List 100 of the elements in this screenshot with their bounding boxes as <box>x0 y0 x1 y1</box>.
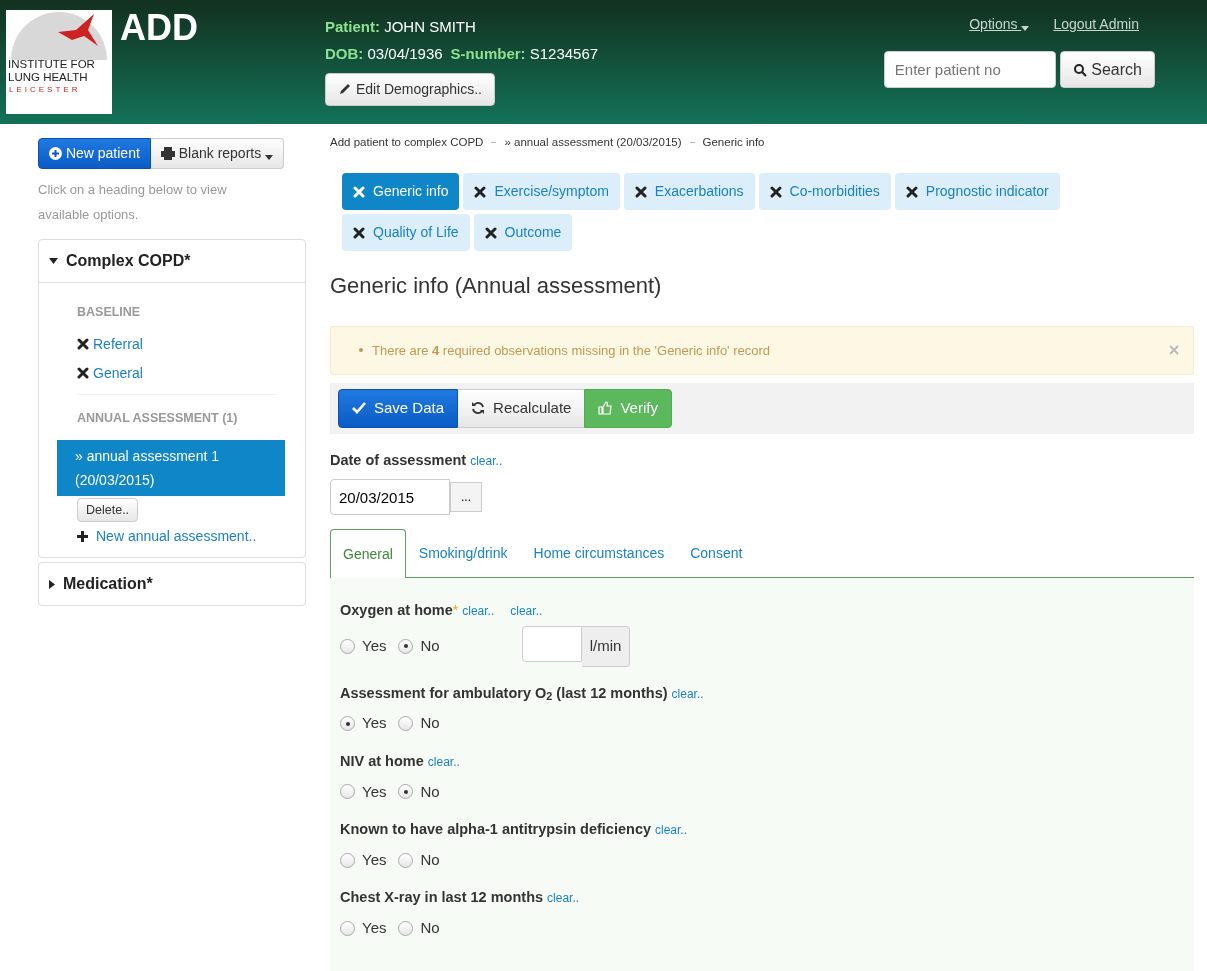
cross-icon <box>634 185 647 198</box>
sidebar-item[interactable]: » annual assessment 1 (20/03/2015) <box>57 439 285 496</box>
date-picker-button[interactable]: ... <box>450 482 482 513</box>
question-label: Oxygen at home <box>340 602 453 619</box>
date-field[interactable]: 20/03/2015 <box>330 479 450 516</box>
refresh-icon <box>471 401 486 416</box>
unit-label: l/min <box>581 626 631 667</box>
logo-text: LUNG HEALTH <box>7 71 89 84</box>
option-label: No <box>420 781 440 802</box>
section-tab[interactable]: General <box>330 529 406 579</box>
field-label: Date of assessment <box>330 451 467 468</box>
option-label: Yes <box>362 918 387 939</box>
form-tab[interactable]: Outcome <box>473 214 573 252</box>
app-title: ADD <box>120 10 199 50</box>
clear-link[interactable]: clear.. <box>427 754 460 769</box>
panel-heading[interactable]: Medication* <box>39 563 305 606</box>
panel-heading[interactable]: Complex COPD* <box>39 240 305 282</box>
help-text: Click on a heading below to view available options. <box>38 181 228 224</box>
caret-right-icon <box>49 579 55 589</box>
cross-icon <box>353 226 365 239</box>
radio-button[interactable] <box>398 852 414 868</box>
option-label: Yes <box>362 713 387 734</box>
question-label: Chest X-ray in last 12 months <box>340 889 544 906</box>
cross-icon <box>77 367 89 380</box>
option-label: Yes <box>362 781 387 802</box>
recalc-button[interactable]: Recalculate <box>458 389 585 428</box>
section-heading: ANNUAL ASSESSMENT (1) <box>77 409 239 427</box>
plus-circle-icon <box>49 147 62 160</box>
section-tab[interactable]: Home circumstances <box>520 529 678 578</box>
field-value: JOHN SMITH <box>384 18 476 35</box>
pencil-icon <box>338 82 352 96</box>
form-tab[interactable]: Exercise/symptom <box>463 173 620 211</box>
breadcrumb-current[interactable]: Generic info <box>702 136 765 148</box>
option-label: Yes <box>362 849 387 870</box>
cross-icon <box>769 185 782 198</box>
page-heading: Generic info (Annual assessment) <box>330 273 663 300</box>
form-tab[interactable]: Co-morbidities <box>758 173 891 211</box>
radio-button[interactable] <box>398 784 414 800</box>
logout-link[interactable]: Logout Admin <box>1053 14 1139 35</box>
radio-button[interactable] <box>398 716 414 732</box>
form-tab[interactable]: Quality of Life <box>342 214 470 252</box>
verify-button[interactable]: Verify <box>584 389 672 428</box>
radio-button[interactable] <box>398 638 414 654</box>
sidebar-link[interactable]: Referral <box>93 333 143 355</box>
clear-link[interactable]: clear.. <box>547 891 580 906</box>
clear-link[interactable]: clear.. <box>510 604 543 619</box>
field-value: S1234567 <box>529 44 599 62</box>
form-tab[interactable]: Prognostic indicator <box>894 173 1060 211</box>
section-tab[interactable]: Consent <box>677 529 756 578</box>
radio-button[interactable] <box>340 784 355 800</box>
radio-button[interactable] <box>340 716 355 732</box>
field-label: S-number: <box>450 44 526 62</box>
form-tab[interactable]: Exacerbations <box>623 173 755 211</box>
thumbs-up-icon <box>598 401 613 416</box>
radio-button[interactable] <box>340 920 355 936</box>
caret-icon <box>265 155 274 160</box>
cross-icon <box>77 338 89 351</box>
delete-button[interactable]: Delete.. <box>77 497 139 523</box>
save-button[interactable]: Save Data <box>338 389 459 428</box>
options-menu[interactable]: Options <box>969 14 1030 35</box>
clear-link[interactable]: clear.. <box>470 453 503 468</box>
caret-icon <box>1021 26 1030 31</box>
option-label: No <box>420 636 440 657</box>
clear-link[interactable]: clear.. <box>655 823 688 838</box>
logo-text: INSTITUTE FOR <box>7 58 96 71</box>
clear-link[interactable]: clear.. <box>462 604 495 619</box>
search-button[interactable]: Search <box>1059 51 1155 88</box>
alert-message: There are 4 required observations missing in the 'Generic info' record <box>372 341 772 360</box>
field-label: DOB: <box>325 44 364 62</box>
plus-icon <box>77 531 88 543</box>
clear-link[interactable]: clear.. <box>671 686 704 701</box>
radio-button[interactable] <box>340 852 355 868</box>
edit-demographics-button[interactable]: Edit Demographics.. <box>325 73 495 106</box>
option-label: Yes <box>362 636 387 657</box>
field-value: 03/04/1936 <box>367 44 443 62</box>
radio-button[interactable] <box>398 920 414 936</box>
section-tab[interactable]: Smoking/drink <box>405 529 521 578</box>
breadcrumb-link[interactable]: » annual assessment (20/03/2015) <box>504 136 682 148</box>
field-label: Patient: <box>325 18 380 35</box>
cross-icon <box>484 226 497 239</box>
option-label: No <box>420 918 440 939</box>
new-assessment-link[interactable]: New annual assessment.. <box>96 526 257 548</box>
required-marker: * <box>452 602 459 619</box>
cross-icon <box>905 185 918 198</box>
form-tab[interactable]: Generic info <box>342 173 460 211</box>
unit-field[interactable] <box>521 626 582 663</box>
question-label: Known to have alpha-1 antitrypsin deficiency <box>340 821 651 838</box>
caret-down-icon <box>49 258 58 264</box>
radio-button[interactable] <box>340 638 355 654</box>
sidebar-link[interactable]: General <box>93 362 143 384</box>
option-label: No <box>420 849 440 870</box>
question-label: NIV at home <box>340 752 424 769</box>
blank-reports-button[interactable]: Blank reports <box>150 138 285 169</box>
search-icon <box>1072 62 1087 77</box>
breadcrumb-link[interactable]: Add patient to complex COPD <box>330 136 484 148</box>
bullet-dot <box>359 348 363 353</box>
search-field[interactable]: Enter patient no <box>883 51 1056 88</box>
section-heading: BASELINE <box>77 304 142 321</box>
logo-subtext: LEICESTER <box>8 84 82 96</box>
new-patient-button[interactable]: New patient <box>38 138 151 169</box>
